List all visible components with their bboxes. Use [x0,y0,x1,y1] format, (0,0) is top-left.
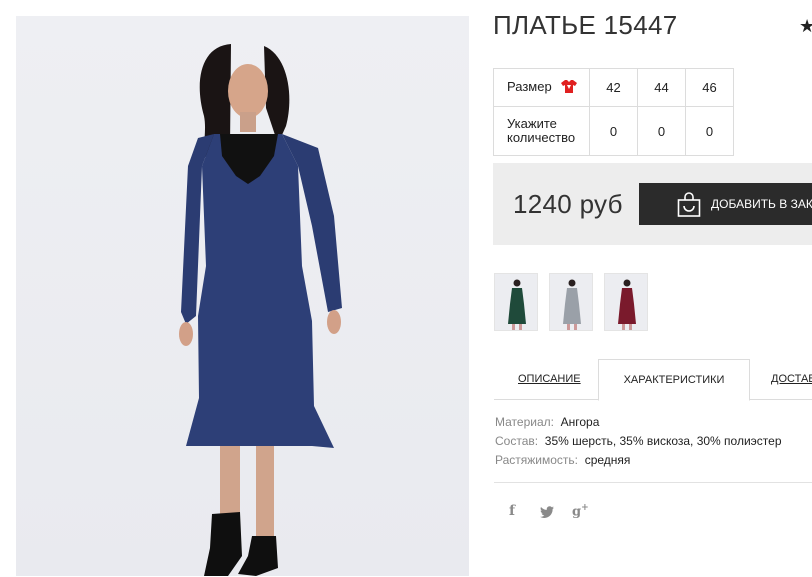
spec-stretch: Растяжимость: средняя [495,451,782,470]
model-illustration [179,44,342,576]
favorite-star-icon[interactable]: ★ [799,16,812,37]
spec-key: Состав: [495,434,539,448]
characteristics-list: Материал: Ангора Состав: 35% шерсть, 35%… [495,413,782,470]
section-divider [494,482,812,483]
size-option-46[interactable]: 46 [685,68,734,107]
spec-value: средняя [584,453,631,467]
size-quantity-table: Размер 42 44 46 Укажите количество 0 0 0 [493,68,734,156]
buy-box: 1240 руб ДОБАВИТЬ В ЗАКАЗ [493,163,812,245]
size-label: Размер [507,78,552,94]
shopping-bag-icon [677,192,701,220]
product-photo[interactable] [16,16,469,576]
size-header-cell: Размер [493,68,590,107]
spec-key: Растяжимость: [495,453,579,467]
twitter-icon[interactable] [540,503,554,522]
spec-key: Материал: [495,415,554,429]
quantity-input-42[interactable]: 0 [589,106,638,156]
spec-composition: Состав: 35% шерсть, 35% вискоза, 30% пол… [495,432,782,451]
add-to-order-button[interactable]: ДОБАВИТЬ В ЗАКАЗ [639,183,812,225]
facebook-icon[interactable]: f [509,503,515,519]
thumbnail-green[interactable] [494,273,538,331]
google-plus-icon[interactable]: g+ [572,503,589,519]
quantity-label: Укажите количество [493,106,590,156]
quantity-input-44[interactable]: 0 [637,106,686,156]
quantity-input-46[interactable]: 0 [685,106,734,156]
product-title: ПЛАТЬЕ 15447 [493,10,678,40]
size-option-42[interactable]: 42 [589,68,638,107]
add-to-order-label: ДОБАВИТЬ В ЗАКАЗ [711,197,812,211]
shirt-size-icon[interactable] [561,79,578,96]
tab-characteristics[interactable]: ХАРАКТЕРИСТИКИ [598,359,750,401]
price: 1240 руб [513,189,623,219]
product-tabs: ОПИСАНИЕ ХАРАКТЕРИСТИКИ ДОСТАВКА [494,359,812,401]
thumbnail-burgundy[interactable] [604,273,648,331]
spec-material: Материал: Ангора [495,413,782,432]
quantity-row: Укажите количество 0 0 0 [493,106,734,156]
thumbnail-grey[interactable] [549,273,593,331]
spec-value: 35% шерсть, 35% вискоза, 30% полиэстер [544,434,782,448]
tab-delivery[interactable]: ДОСТАВКА [771,359,812,399]
size-row: Размер 42 44 46 [493,68,734,107]
tab-description[interactable]: ОПИСАНИЕ [518,359,581,399]
size-option-44[interactable]: 44 [637,68,686,107]
spec-value: Ангора [560,415,600,429]
